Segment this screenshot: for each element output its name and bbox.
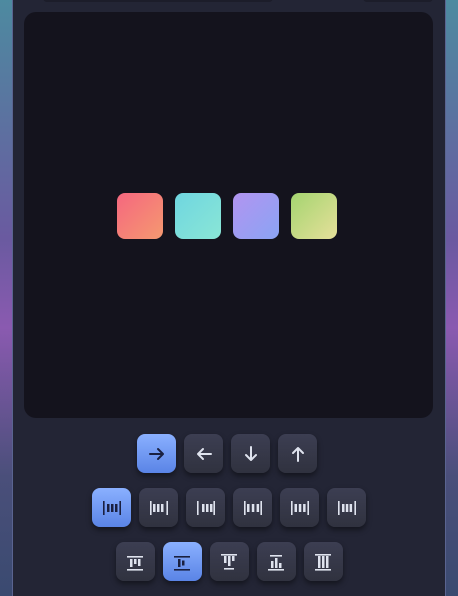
- justify-start-button[interactable]: [92, 488, 131, 527]
- justify-space-around-icon: [290, 500, 309, 515]
- justify-end-icon: [149, 500, 168, 515]
- justify-space-between-icon: [243, 500, 262, 515]
- align-top-bars-icon: [221, 553, 237, 570]
- arrow-up-icon: [291, 446, 304, 462]
- align-stretch-icon: [315, 553, 331, 571]
- align-toolbar: [0, 542, 458, 581]
- arrow-right-icon: [148, 447, 164, 460]
- align-end-button[interactable]: [209, 542, 249, 581]
- direction-column-button[interactable]: [231, 434, 270, 473]
- direction-column-reverse-button[interactable]: [278, 434, 317, 473]
- justify-end-button[interactable]: [139, 488, 178, 527]
- header-bar-right: [363, 0, 433, 2]
- tile-lavender: [233, 193, 279, 239]
- preview-stage: [24, 12, 433, 418]
- direction-row-reverse-button[interactable]: [184, 434, 223, 473]
- tile-coral: [117, 193, 163, 239]
- align-stretch-button[interactable]: [303, 542, 343, 581]
- justify-start-icon: [102, 500, 121, 515]
- tile-aqua: [175, 193, 221, 239]
- align-center-icon: [174, 555, 190, 571]
- justify-center-button[interactable]: [186, 488, 225, 527]
- justify-toolbar: [0, 488, 458, 527]
- align-bottom-bars-icon: [127, 555, 143, 571]
- justify-center-icon: [196, 500, 215, 515]
- flex-container: [117, 193, 337, 239]
- align-center-button[interactable]: [162, 542, 202, 581]
- align-start-button[interactable]: [115, 542, 155, 581]
- arrow-down-icon: [244, 445, 257, 461]
- header-bar-left: [43, 0, 273, 2]
- tile-lime: [291, 193, 337, 239]
- align-baseline-button[interactable]: [256, 542, 296, 581]
- justify-space-evenly-button[interactable]: [327, 488, 366, 527]
- direction-row-button[interactable]: [137, 434, 176, 473]
- justify-space-around-button[interactable]: [280, 488, 319, 527]
- justify-space-between-button[interactable]: [233, 488, 272, 527]
- align-baseline-icon: [268, 554, 284, 571]
- justify-space-evenly-icon: [337, 500, 356, 515]
- arrow-left-icon: [196, 447, 212, 460]
- direction-toolbar: [0, 434, 456, 473]
